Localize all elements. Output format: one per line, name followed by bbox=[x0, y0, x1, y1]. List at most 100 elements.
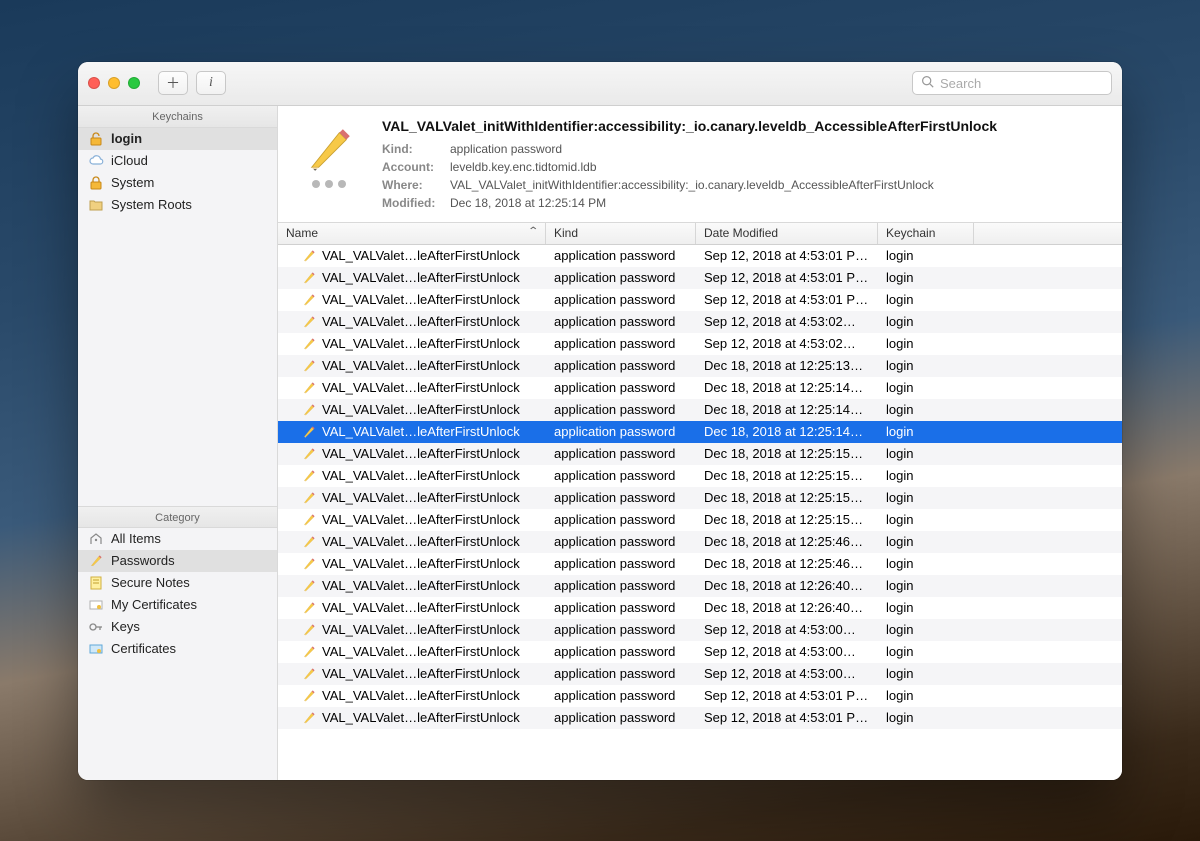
table-row[interactable]: VAL_VALValet…leAfterFirstUnlockapplicati… bbox=[278, 663, 1122, 685]
modified-label: Modified: bbox=[382, 194, 444, 212]
search-input[interactable] bbox=[940, 76, 1116, 91]
key-icon bbox=[88, 619, 104, 635]
pencil-icon bbox=[302, 711, 316, 725]
table-row[interactable]: VAL_VALValet…leAfterFirstUnlockapplicati… bbox=[278, 487, 1122, 509]
window-toolbar: ＋ i bbox=[78, 62, 1122, 106]
main-pane: VAL_VALValet_initWithIdentifier:accessib… bbox=[278, 106, 1122, 780]
sidebar-category-item[interactable]: Certificates bbox=[78, 638, 277, 660]
table-row[interactable]: VAL_VALValet…leAfterFirstUnlockapplicati… bbox=[278, 707, 1122, 729]
sidebar-keychain-item[interactable]: login bbox=[78, 128, 277, 150]
item-detail: VAL_VALValet_initWithIdentifier:accessib… bbox=[278, 106, 1122, 223]
column-kind[interactable]: Kind bbox=[546, 223, 696, 244]
detail-pencil-icon bbox=[294, 118, 364, 188]
table-row[interactable]: VAL_VALValet…leAfterFirstUnlockapplicati… bbox=[278, 531, 1122, 553]
column-keychain[interactable]: Keychain bbox=[878, 223, 974, 244]
table-row[interactable]: VAL_VALValet…leAfterFirstUnlockapplicati… bbox=[278, 311, 1122, 333]
row-name: VAL_VALValet…leAfterFirstUnlock bbox=[322, 710, 538, 725]
table-row[interactable]: VAL_VALValet…leAfterFirstUnlockapplicati… bbox=[278, 421, 1122, 443]
row-date: Sep 12, 2018 at 4:53:01 P… bbox=[696, 248, 878, 263]
row-name: VAL_VALValet…leAfterFirstUnlock bbox=[322, 644, 538, 659]
pencil-icon bbox=[302, 513, 316, 527]
row-kind: application password bbox=[546, 688, 696, 703]
table-row[interactable]: VAL_VALValet…leAfterFirstUnlockapplicati… bbox=[278, 597, 1122, 619]
row-kind: application password bbox=[546, 358, 696, 373]
row-name: VAL_VALValet…leAfterFirstUnlock bbox=[322, 270, 538, 285]
lock-icon bbox=[88, 175, 104, 191]
row-name: VAL_VALValet…leAfterFirstUnlock bbox=[322, 358, 538, 373]
table-row[interactable]: VAL_VALValet…leAfterFirstUnlockapplicati… bbox=[278, 333, 1122, 355]
account-label: Account: bbox=[382, 158, 444, 176]
table-row[interactable]: VAL_VALValet…leAfterFirstUnlockapplicati… bbox=[278, 553, 1122, 575]
pencil-icon bbox=[302, 381, 316, 395]
pencil-icon bbox=[302, 249, 316, 263]
row-keychain: login bbox=[878, 512, 974, 527]
sidebar-item-label: iCloud bbox=[111, 153, 148, 168]
password-icon bbox=[88, 553, 104, 569]
sidebar-category-item[interactable]: All Items bbox=[78, 528, 277, 550]
search-field[interactable] bbox=[912, 71, 1112, 95]
keychains-header: Keychains bbox=[78, 106, 277, 128]
table-row[interactable]: VAL_VALValet…leAfterFirstUnlockapplicati… bbox=[278, 619, 1122, 641]
pencil-icon bbox=[302, 403, 316, 417]
folder-icon bbox=[88, 197, 104, 213]
table-row[interactable]: VAL_VALValet…leAfterFirstUnlockapplicati… bbox=[278, 289, 1122, 311]
row-kind: application password bbox=[546, 402, 696, 417]
row-kind: application password bbox=[546, 644, 696, 659]
table-row[interactable]: VAL_VALValet…leAfterFirstUnlockapplicati… bbox=[278, 509, 1122, 531]
row-name: VAL_VALValet…leAfterFirstUnlock bbox=[322, 336, 538, 351]
sidebar-category-item[interactable]: Keys bbox=[78, 616, 277, 638]
table-row[interactable]: VAL_VALValet…leAfterFirstUnlockapplicati… bbox=[278, 267, 1122, 289]
row-keychain: login bbox=[878, 622, 974, 637]
table-row[interactable]: VAL_VALValet…leAfterFirstUnlockapplicati… bbox=[278, 245, 1122, 267]
table-row[interactable]: VAL_VALValet…leAfterFirstUnlockapplicati… bbox=[278, 377, 1122, 399]
close-button[interactable] bbox=[88, 77, 100, 89]
pencil-icon bbox=[302, 293, 316, 307]
pencil-icon bbox=[302, 491, 316, 505]
minimize-button[interactable] bbox=[108, 77, 120, 89]
zoom-button[interactable] bbox=[128, 77, 140, 89]
pencil-icon bbox=[302, 645, 316, 659]
row-keychain: login bbox=[878, 468, 974, 483]
sidebar-keychain-item[interactable]: System bbox=[78, 172, 277, 194]
row-date: Sep 12, 2018 at 4:53:02… bbox=[696, 314, 878, 329]
row-name: VAL_VALValet…leAfterFirstUnlock bbox=[322, 622, 538, 637]
table-row[interactable]: VAL_VALValet…leAfterFirstUnlock applicati… bbox=[278, 685, 1122, 707]
sidebar-category-item[interactable]: My Certificates bbox=[78, 594, 277, 616]
info-button[interactable]: i bbox=[196, 71, 226, 95]
row-keychain: login bbox=[878, 666, 974, 681]
row-date: Sep 12, 2018 at 4:53:00… bbox=[696, 622, 878, 637]
table-row[interactable]: VAL_VALValet…leAfterFirstUnlock applicati… bbox=[278, 355, 1122, 377]
row-kind: application password bbox=[546, 380, 696, 395]
table-row[interactable]: VAL_VALValet…leAfterFirstUnlockapplicati… bbox=[278, 575, 1122, 597]
row-keychain: login bbox=[878, 424, 974, 439]
table-row[interactable]: VAL_VALValet…leAfterFirstUnlockapplicati… bbox=[278, 399, 1122, 421]
row-name: VAL_VALValet…leAfterFirstUnlock bbox=[322, 688, 538, 703]
row-kind: application password bbox=[546, 534, 696, 549]
table-row[interactable]: VAL_VALValet…leAfterFirstUnlock applicati… bbox=[278, 641, 1122, 663]
table-row[interactable]: VAL_VALValet…leAfterFirstUnlockapplicati… bbox=[278, 465, 1122, 487]
pencil-icon bbox=[302, 689, 316, 703]
sidebar-keychain-item[interactable]: iCloud bbox=[78, 150, 277, 172]
table-body[interactable]: VAL_VALValet…leAfterFirstUnlock applicati… bbox=[278, 245, 1122, 780]
pencil-icon bbox=[302, 601, 316, 615]
keychains-list: login iCloud System System Roots bbox=[78, 128, 277, 506]
column-date-modified[interactable]: Date Modified bbox=[696, 223, 878, 244]
sidebar-keychain-item[interactable]: System Roots bbox=[78, 194, 277, 216]
column-name[interactable]: Name bbox=[278, 223, 546, 244]
row-date: Dec 18, 2018 at 12:25:14… bbox=[696, 380, 878, 395]
pencil-icon bbox=[302, 337, 316, 351]
sidebar-item-label: System Roots bbox=[111, 197, 192, 212]
add-button[interactable]: ＋ bbox=[158, 71, 188, 95]
row-keychain: login bbox=[878, 358, 974, 373]
sidebar-category-item[interactable]: Passwords bbox=[78, 550, 277, 572]
row-kind: application password bbox=[546, 424, 696, 439]
sidebar-category-item[interactable]: Secure Notes bbox=[78, 572, 277, 594]
sidebar-item-label: Keys bbox=[111, 619, 140, 634]
row-kind: application password bbox=[546, 314, 696, 329]
detail-dots-icon bbox=[312, 180, 346, 188]
pencil-icon bbox=[302, 535, 316, 549]
row-date: Dec 18, 2018 at 12:25:14… bbox=[696, 402, 878, 417]
row-date: Sep 12, 2018 at 4:53:00… bbox=[696, 666, 878, 681]
table-row[interactable]: VAL_VALValet…leAfterFirstUnlockapplicati… bbox=[278, 443, 1122, 465]
pencil-icon bbox=[302, 667, 316, 681]
